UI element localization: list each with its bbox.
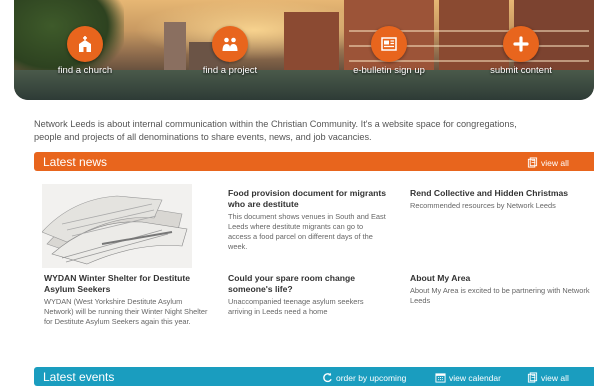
news-item-summary: About My Area is excited to be partnerin… bbox=[410, 286, 590, 305]
news-item-title[interactable]: WYDAN Winter Shelter for Destitute Asylu… bbox=[44, 273, 209, 295]
latest-events-title: Latest events bbox=[43, 370, 115, 384]
news-item[interactable]: Food provision document for migrants who… bbox=[228, 188, 388, 252]
events-view-all-link[interactable]: view all bbox=[527, 372, 569, 383]
news-item-summary: Unaccompanied teenage asylum seekers arr… bbox=[228, 297, 364, 316]
news-thumbnail-image bbox=[42, 184, 192, 268]
news-view-all-label: view all bbox=[541, 157, 569, 168]
church-icon bbox=[67, 26, 103, 62]
plus-icon bbox=[503, 26, 539, 62]
order-by-upcoming-button[interactable]: order by upcoming bbox=[322, 372, 406, 383]
view-calendar-label: view calendar bbox=[449, 372, 501, 383]
news-item-title[interactable]: Food provision document for migrants who… bbox=[228, 188, 388, 210]
events-view-all-label: view all bbox=[541, 372, 569, 383]
ebulletin-label: e-bulletin sign up bbox=[353, 65, 425, 76]
intro-text: Network Leeds is about internal communic… bbox=[34, 119, 517, 142]
people-icon bbox=[212, 26, 248, 62]
news-item-title[interactable]: Could your spare room change someone's l… bbox=[228, 273, 388, 295]
documents-icon bbox=[527, 157, 538, 168]
news-item[interactable]: Could your spare room change someone's l… bbox=[228, 273, 388, 317]
find-church-button[interactable]: find a church bbox=[30, 26, 140, 76]
documents-icon bbox=[527, 372, 538, 383]
refresh-icon bbox=[323, 372, 332, 383]
submit-content-label: submit content bbox=[490, 65, 552, 76]
news-item[interactable]: Rend Collective and Hidden Christmas Rec… bbox=[410, 188, 590, 211]
newsletter-icon bbox=[371, 26, 407, 62]
news-item-summary: WYDAN (West Yorkshire Destitute Asylum N… bbox=[44, 297, 208, 326]
calendar-icon bbox=[435, 373, 446, 383]
submit-content-button[interactable]: submit content bbox=[466, 26, 576, 76]
ebulletin-signup-button[interactable]: e-bulletin sign up bbox=[334, 26, 444, 76]
news-item[interactable]: WYDAN Winter Shelter for Destitute Asylu… bbox=[44, 273, 209, 327]
news-item-summary: This document shows venues in South and … bbox=[228, 212, 386, 251]
news-item-title[interactable]: About My Area bbox=[410, 273, 590, 284]
view-calendar-link[interactable]: view calendar bbox=[435, 372, 501, 383]
news-item-summary: Recommended resources by Network Leeds bbox=[410, 201, 556, 210]
latest-news-header: Latest news view all bbox=[34, 152, 594, 171]
news-view-all-link[interactable]: view all bbox=[527, 157, 569, 168]
order-by-upcoming-label: order by upcoming bbox=[336, 372, 407, 383]
news-item-title[interactable]: Rend Collective and Hidden Christmas bbox=[410, 188, 590, 199]
latest-events-header: Latest events order by upcoming view cal… bbox=[34, 367, 594, 386]
latest-news-title: Latest news bbox=[43, 155, 108, 169]
hero-banner: find a church find a project e-bulletin … bbox=[14, 0, 594, 100]
news-item[interactable]: About My Area About My Area is excited t… bbox=[410, 273, 590, 306]
find-church-label: find a church bbox=[57, 65, 113, 76]
find-project-button[interactable]: find a project bbox=[175, 26, 285, 76]
find-project-label: find a project bbox=[202, 65, 258, 76]
